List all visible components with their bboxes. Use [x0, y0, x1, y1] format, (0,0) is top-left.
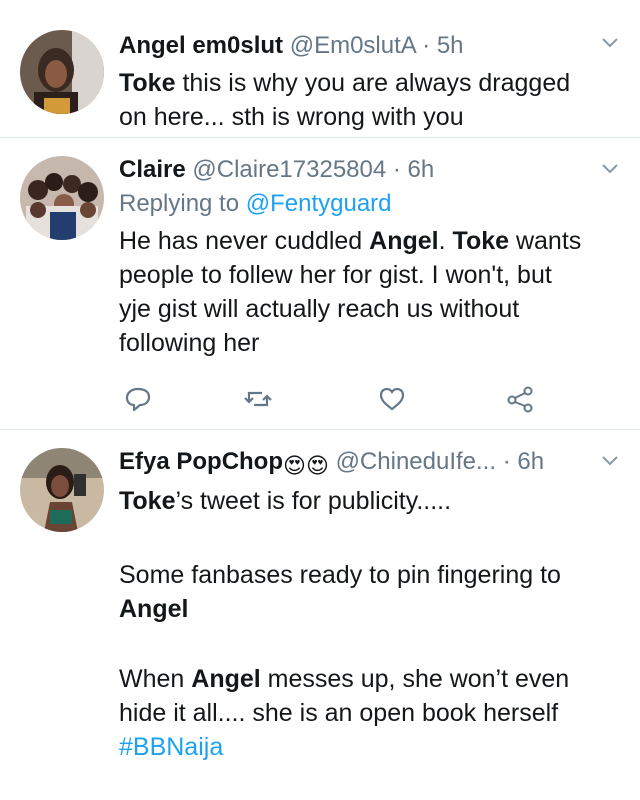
user-handle[interactable]: @Em0slutA — [290, 32, 416, 59]
text-line: Some fanbases ready to pin fingering to — [119, 561, 561, 589]
tweet[interactable]: Angel em0slut @Em0slutA · 5h Toke this i… — [0, 0, 640, 138]
text-bold: Angel — [369, 227, 439, 255]
text-line: people to follew her for gist. I won't, … — [119, 261, 552, 289]
text-run: When — [119, 665, 192, 693]
display-name[interactable]: Efya PopChop — [119, 448, 283, 475]
text-line: hide it all.... she is an open book hers… — [119, 699, 559, 727]
text-run: . — [438, 227, 453, 255]
hashtag-link[interactable]: #BBNaija — [119, 733, 223, 761]
separator-dot: · — [392, 156, 401, 183]
retweet-icon[interactable] — [243, 384, 273, 414]
text-line: following her — [119, 329, 260, 357]
chevron-down-icon[interactable] — [596, 154, 624, 182]
text-run: He has never cuddled — [119, 227, 370, 255]
text-line: on here... sth is wrong with you — [119, 103, 464, 131]
tweet-header: Claire @Claire17325804 · 6h — [119, 154, 620, 186]
separator-dot: · — [422, 32, 431, 59]
text-line: yje gist will actually reach us without — [119, 295, 520, 323]
tweet-text: Toke this is why you are always dragged … — [119, 66, 620, 134]
text-bold: Angel — [119, 595, 189, 623]
chevron-down-icon[interactable] — [596, 28, 624, 56]
reply-mention-link[interactable]: @Fentyguard — [246, 190, 392, 217]
replying-to-label: Replying to — [119, 190, 246, 217]
share-icon[interactable] — [505, 384, 535, 414]
text-bold: Toke — [119, 487, 176, 515]
timestamp[interactable]: 6h — [408, 156, 435, 183]
timestamp[interactable]: 6h — [517, 448, 544, 475]
display-name[interactable]: Angel em0slut — [119, 32, 283, 59]
text-run: this is why you are always dragged — [175, 69, 571, 97]
text-bold: Angel — [191, 665, 261, 693]
avatar[interactable] — [20, 448, 104, 532]
text-bold: Toke — [452, 227, 510, 255]
avatar[interactable] — [20, 156, 104, 240]
user-handle[interactable]: @ChineduIfe... — [336, 448, 496, 475]
user-handle[interactable]: @Claire17325804 — [192, 156, 386, 183]
separator-dot: · — [502, 448, 511, 475]
avatar[interactable] — [20, 30, 104, 114]
display-name[interactable]: Claire — [119, 156, 186, 183]
tweet-text: Toke’s tweet is for publicity..... Some … — [119, 484, 620, 764]
tweet-actions — [119, 384, 559, 414]
reply-icon[interactable] — [123, 384, 153, 414]
replying-to: Replying to @Fentyguard — [119, 188, 620, 220]
text-run: wants — [509, 227, 582, 255]
mention-bold: Toke — [119, 69, 176, 97]
tweet[interactable]: Claire @Claire17325804 · 6h Replying to … — [0, 138, 640, 430]
tweet[interactable]: Efya PopChop😍😍 @ChineduIfe... · 6h Toke’… — [0, 430, 640, 800]
text-run: messes up, she won’t even — [260, 665, 570, 693]
like-icon[interactable] — [377, 384, 407, 414]
tweet-header: Angel em0slut @Em0slutA · 5h — [119, 30, 620, 62]
chevron-down-icon[interactable] — [596, 446, 624, 474]
tweet-header: Efya PopChop😍😍 @ChineduIfe... · 6h — [119, 446, 620, 482]
heart-eyes-emoji: 😍😍 — [283, 453, 329, 478]
timestamp[interactable]: 5h — [437, 32, 464, 59]
tweet-text: He has never cuddled Angel. Toke wants p… — [119, 224, 620, 360]
text-run: ’s tweet is for publicity..... — [175, 487, 452, 515]
